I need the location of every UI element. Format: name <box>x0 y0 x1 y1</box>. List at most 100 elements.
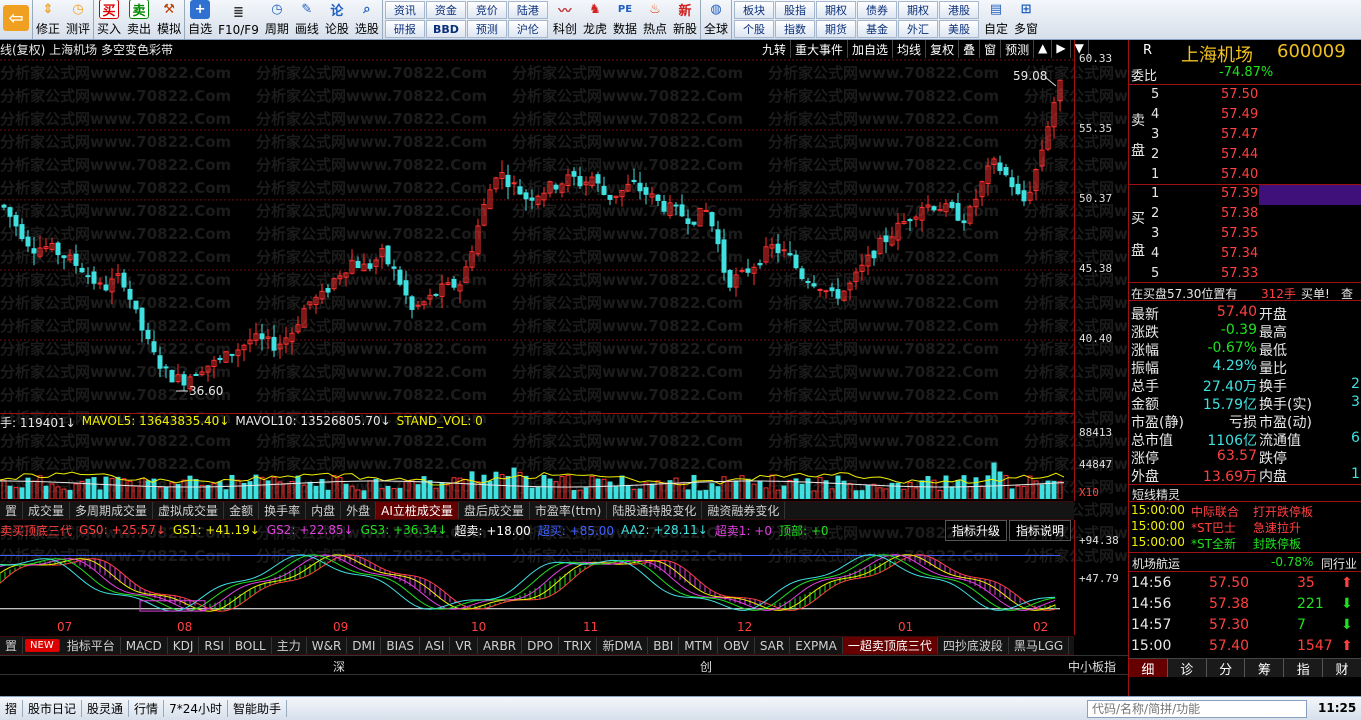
indicator-tab[interactable]: DMI <box>347 637 382 654</box>
options-2-button[interactable]: 期权 <box>898 1 939 19</box>
evaluate-button[interactable]: ◷ 测评 <box>63 0 95 39</box>
buy-button[interactable]: 买买入 <box>94 0 124 39</box>
indicator-tab[interactable]: 四抄底波段 <box>938 637 1009 654</box>
sector-button[interactable]: 板块 <box>734 1 775 19</box>
volume-bar <box>409 479 415 499</box>
data-button[interactable]: PE 数据 <box>610 0 640 39</box>
sector-peer-link[interactable]: 同行业 <box>1321 555 1357 572</box>
volume-tab[interactable]: 虚拟成交量 <box>153 502 225 519</box>
custom-button[interactable]: ▤ 自定 <box>981 0 1011 39</box>
volume-tab[interactable]: 金额 <box>224 502 260 519</box>
index-futures-button[interactable]: 股指 <box>775 1 816 19</box>
bottom-item[interactable]: 股灵通 <box>82 700 130 717</box>
bottom-item[interactable]: 摺 <box>0 700 24 717</box>
indicator-tab[interactable]: MACD <box>121 637 168 654</box>
shanghai-london-button[interactable]: 沪伦 <box>507 20 548 38</box>
hk-connect-button[interactable]: 陆港 <box>507 1 548 19</box>
dragon-tiger-button[interactable]: ♞ 龙虎 <box>580 0 610 39</box>
bottom-item[interactable]: 行情 <box>129 700 165 717</box>
indicator-tab[interactable]: NEW <box>25 639 60 652</box>
indicator-tab[interactable]: SAR <box>755 637 791 654</box>
volume-tab[interactable]: 市盈率(ttm) <box>530 502 608 519</box>
quote-tab[interactable]: 诊 <box>1167 659 1207 678</box>
sell-button[interactable]: 卖卖出 <box>124 0 154 39</box>
global-button[interactable]: ◍ 全球 <box>701 0 733 39</box>
watchlist-button[interactable]: + 自选 <box>185 0 215 39</box>
volume-tab[interactable]: 盘后成交量 <box>459 502 530 519</box>
volume-tab[interactable]: AI立桩成交量 <box>376 502 459 519</box>
screener-button[interactable]: ⌕ 选股 <box>352 0 383 39</box>
futures-button[interactable]: 期货 <box>816 20 857 38</box>
funds-button[interactable]: 资金 <box>425 1 466 19</box>
search-input[interactable] <box>1087 700 1307 718</box>
research-button[interactable]: 研报 <box>384 20 425 38</box>
indicator-tab[interactable]: 指标平台 <box>62 637 121 654</box>
volume-tab[interactable]: 置 <box>0 502 24 519</box>
quote-tab[interactable]: 细 <box>1129 659 1168 678</box>
indicator-tab[interactable]: OBV <box>718 637 755 654</box>
volume-tab[interactable]: 融资融券变化 <box>702 502 786 519</box>
news-button[interactable]: 资讯 <box>384 1 425 19</box>
price-chart[interactable] <box>0 40 1128 412</box>
modify-button[interactable]: ⇕ 修正 <box>33 0 63 39</box>
back-button[interactable]: ⇦ <box>0 0 33 39</box>
stock-button[interactable]: 个股 <box>734 20 775 38</box>
discuss-button[interactable]: 论论股 <box>322 0 352 39</box>
volume-tab[interactable]: 换手率 <box>259 502 307 519</box>
fund-button[interactable]: 基金 <box>857 20 898 38</box>
sector-row[interactable]: 机场航运 -0.78% 同行业 <box>1129 552 1361 572</box>
quote-tab[interactable]: 财 <box>1323 659 1361 678</box>
bottom-item[interactable]: 股市日记 <box>23 700 83 717</box>
quote-tab[interactable]: 筹 <box>1245 659 1285 678</box>
forecast-button[interactable]: 预测 <box>466 20 507 38</box>
forex-button[interactable]: 外汇 <box>898 20 939 38</box>
indicator-tab[interactable]: BIAS <box>381 637 421 654</box>
indicator-tab[interactable]: 一超卖顶底三代 <box>842 637 938 654</box>
volume-chart[interactable] <box>0 429 1074 499</box>
ipo-button[interactable]: 新新股 <box>670 0 701 39</box>
us-stock-button[interactable]: 美股 <box>939 20 980 38</box>
indicator-tab[interactable]: 黑马LGG <box>1009 637 1070 654</box>
indicator-button[interactable]: 指标升级 <box>945 520 1008 541</box>
volume-tab[interactable]: 多周期成交量 <box>70 502 154 519</box>
hk-stock-button[interactable]: 港股 <box>939 1 980 19</box>
auction-button[interactable]: 竞价 <box>466 1 507 19</box>
indicator-tab[interactable]: BBI <box>648 637 680 654</box>
star-market-button[interactable]: 〰科创 <box>550 0 580 39</box>
indicator-tab[interactable]: 主力 <box>272 637 307 654</box>
volume-tab[interactable]: 陆股通持股变化 <box>607 502 703 519</box>
indicator-tab[interactable]: BOLL <box>230 637 272 654</box>
indicator-tab[interactable]: ARBR <box>478 637 523 654</box>
indicator-button[interactable]: 指标说明 <box>1009 520 1072 541</box>
f10-button[interactable]: ≣ F10/F9 <box>215 0 262 39</box>
quote-tab[interactable]: 分 <box>1206 659 1246 678</box>
bbd-button[interactable]: BBD <box>425 20 466 38</box>
indicator-tab[interactable]: MTM <box>679 637 719 654</box>
bottom-item[interactable]: 7*24小时 <box>164 700 228 717</box>
volume-tab[interactable]: 内盘 <box>306 502 342 519</box>
options-button[interactable]: 期权 <box>816 1 857 19</box>
indicator-tab[interactable]: RSI <box>199 637 230 654</box>
bottom-item[interactable]: 智能助手 <box>228 700 287 717</box>
indicator-tab[interactable]: 置 <box>0 637 24 654</box>
indicator-tab[interactable]: 新DMA <box>597 637 649 654</box>
quote-tab[interactable]: 指 <box>1284 659 1324 678</box>
bid-query-link[interactable]: 查 <box>1341 285 1353 302</box>
volume-tab[interactable]: 成交量 <box>23 502 71 519</box>
bonds-button[interactable]: 债券 <box>857 1 898 19</box>
volume-tab[interactable]: 外盘 <box>341 502 377 519</box>
period-button[interactable]: ◷ 周期 <box>262 0 292 39</box>
indicator-tab[interactable]: DPO <box>522 637 559 654</box>
index-button[interactable]: 指数 <box>775 20 816 38</box>
indicator-chart[interactable] <box>0 540 1074 630</box>
indicator-tab[interactable]: EXPMA <box>790 637 843 654</box>
hotspot-button[interactable]: ♨ 热点 <box>640 0 670 39</box>
draw-button[interactable]: ✎ 画线 <box>292 0 322 39</box>
indicator-tab[interactable]: ASI <box>420 637 451 654</box>
multi-window-button[interactable]: ⊞ 多窗 <box>1011 0 1041 39</box>
indicator-tab[interactable]: TRIX <box>559 637 598 654</box>
simulate-button[interactable]: ⚒ 模拟 <box>154 0 186 39</box>
indicator-tab[interactable]: VR <box>450 637 478 654</box>
indicator-tab[interactable]: W&R <box>307 637 348 654</box>
indicator-tab[interactable]: KDJ <box>168 637 200 654</box>
